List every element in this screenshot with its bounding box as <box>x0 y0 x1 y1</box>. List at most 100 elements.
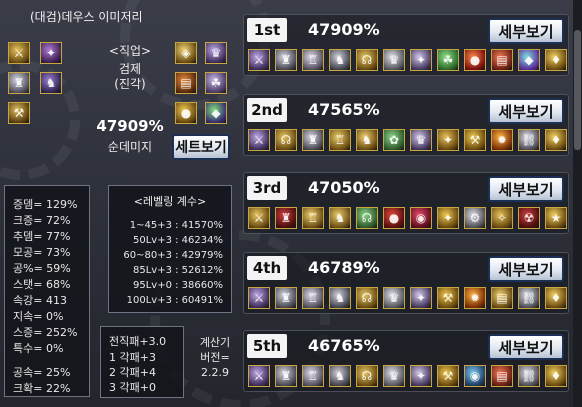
item-icon[interactable]: ✦ <box>410 287 432 309</box>
rank-badge: 3rd <box>247 176 287 200</box>
rank-row: 4th 46789% 세부보기 ⚔ ♜ ♖ ♞ ☊ ♛ ✦ ⚒ ✹ ▤ ⛓ ♦ <box>243 252 569 314</box>
item-icon[interactable]: ⚔ <box>248 365 270 387</box>
item-icon[interactable]: ✹ <box>491 129 513 151</box>
item-icon[interactable]: ★ <box>545 207 567 229</box>
item-icon[interactable]: ◆ <box>518 49 540 71</box>
item-icon[interactable]: ♖ <box>302 49 324 71</box>
awakening-panel: 전직패+3.0 1 각패+3 2 각패+4 3 각패+0 <box>100 326 184 398</box>
item-icon[interactable]: ✦ <box>437 207 459 229</box>
item-icon[interactable]: ♛ <box>410 129 432 151</box>
item-icon[interactable]: ☢ <box>518 207 540 229</box>
detail-view-button[interactable]: 세부보기 <box>488 334 564 360</box>
item-icon[interactable]: ♖ <box>329 129 351 151</box>
item-icon[interactable]: ♛ <box>383 49 405 71</box>
awakening-line: 2 각패+4 <box>109 366 156 379</box>
item-icon[interactable]: ☊ <box>356 287 378 309</box>
item-icon[interactable]: ☘ <box>437 49 459 71</box>
accessory-icon[interactable]: ● <box>175 102 197 124</box>
item-icon[interactable]: ⛓ <box>518 287 540 309</box>
rank-badge: 1st <box>247 18 287 42</box>
item-icon[interactable]: ● <box>383 207 405 229</box>
item-icon[interactable]: ⚒ <box>437 365 459 387</box>
item-icon[interactable]: ♜ <box>275 49 297 71</box>
set-view-button[interactable]: 세트보기 <box>172 134 230 160</box>
accessory-icon[interactable]: ☘ <box>205 72 227 94</box>
item-icon[interactable]: ▤ <box>491 287 513 309</box>
item-icon[interactable]: ☊ <box>356 365 378 387</box>
stats-panel: 증뎀= 129% 크증= 72% 추뎀= 77% 모공= 73% 공%= 59%… <box>4 185 90 397</box>
item-icon[interactable]: ♞ <box>356 129 378 151</box>
item-icon[interactable]: ⚔ <box>248 287 270 309</box>
equip-icon[interactable]: ♜ <box>8 72 30 94</box>
item-icon[interactable]: ● <box>464 49 486 71</box>
rank-badge: 5th <box>247 334 287 358</box>
detail-view-button[interactable]: 세부보기 <box>488 98 564 124</box>
detail-view-button[interactable]: 세부보기 <box>488 256 564 282</box>
accessory-icon[interactable]: ▤ <box>175 72 197 94</box>
rank-damage-percent: 46789% <box>308 258 380 277</box>
item-icon[interactable]: ♜ <box>302 129 324 151</box>
item-icon[interactable]: ✹ <box>464 287 486 309</box>
item-icon[interactable]: ♞ <box>329 365 351 387</box>
item-icon[interactable]: ✦ <box>437 129 459 151</box>
item-icon[interactable]: ⚔ <box>248 129 270 151</box>
item-icon[interactable]: ♖ <box>302 365 324 387</box>
item-icon[interactable]: ⚒ <box>437 287 459 309</box>
item-icon[interactable]: ◉ <box>464 365 486 387</box>
item-icon[interactable]: ▤ <box>491 365 513 387</box>
stat-line: 공속= 25% <box>13 366 71 379</box>
leveling-line: 95Lv+0 : 38660% <box>133 280 223 291</box>
item-icon[interactable]: ♦ <box>545 129 567 151</box>
detail-view-button[interactable]: 세부보기 <box>488 18 564 44</box>
calc-version-number: 2.2.9 <box>201 366 229 379</box>
equip-icon[interactable]: ✦ <box>40 42 62 64</box>
equip-icon[interactable]: ⚒ <box>8 102 30 124</box>
leveling-coefficient-panel: <레벨링 계수> 1~45+3 : 41570% 50Lv+3 : 46234%… <box>108 185 232 313</box>
detail-view-button[interactable]: 세부보기 <box>488 176 564 202</box>
item-icon[interactable]: ♖ <box>302 207 324 229</box>
item-icon[interactable]: ♛ <box>383 365 405 387</box>
equip-icon[interactable]: ⚔ <box>8 42 30 64</box>
item-icon[interactable]: ♖ <box>302 287 324 309</box>
item-icon[interactable]: ♞ <box>329 49 351 71</box>
stat-line: 지속= 0% <box>13 310 64 323</box>
item-icon[interactable]: ✧ <box>491 207 513 229</box>
item-icon[interactable]: ♦ <box>545 287 567 309</box>
rank-damage-percent: 47565% <box>308 100 380 119</box>
equip-icon[interactable]: ♞ <box>40 72 62 94</box>
stat-line: 공%= 59% <box>13 262 71 275</box>
item-icon[interactable]: ✿ <box>383 129 405 151</box>
accessory-icon[interactable]: ◈ <box>175 42 197 64</box>
item-icon[interactable]: ⚒ <box>464 129 486 151</box>
item-icon[interactable]: ✦ <box>410 49 432 71</box>
stat-line: 속강= 413 <box>13 294 67 307</box>
item-icon[interactable]: ♛ <box>383 287 405 309</box>
accessory-icon[interactable]: ♛ <box>205 42 227 64</box>
item-icon[interactable]: ♦ <box>545 49 567 71</box>
accessory-icon[interactable]: ◆ <box>205 102 227 124</box>
item-icon[interactable]: ◉ <box>410 207 432 229</box>
leveling-line: 60~80+3 : 42979% <box>123 250 223 261</box>
item-icon[interactable]: ♜ <box>275 365 297 387</box>
scrollbar-thumb[interactable] <box>574 30 581 150</box>
item-icon[interactable]: ✦ <box>410 365 432 387</box>
item-icon[interactable]: ☊ <box>356 207 378 229</box>
job-name-line1: 검제 <box>118 62 142 76</box>
item-icon[interactable]: ☊ <box>356 49 378 71</box>
item-icon[interactable]: ☊ <box>275 129 297 151</box>
rank-damage-percent: 47050% <box>308 178 380 197</box>
item-icon[interactable]: ♜ <box>275 207 297 229</box>
item-icon[interactable]: ♜ <box>275 287 297 309</box>
item-icon[interactable]: ⚙ <box>464 207 486 229</box>
item-icon[interactable]: ♦ <box>545 365 567 387</box>
stat-line: 추뎀= 77% <box>13 230 71 243</box>
stat-line: 특수= 0% <box>13 342 64 355</box>
item-icon[interactable]: ⚔ <box>248 49 270 71</box>
item-icon[interactable]: ♞ <box>329 207 351 229</box>
item-icon[interactable]: ▤ <box>491 49 513 71</box>
awakening-line: 3 각패+0 <box>109 381 156 394</box>
item-icon[interactable]: ⚔ <box>248 207 270 229</box>
item-icon[interactable]: ⛓ <box>518 365 540 387</box>
item-icon[interactable]: ⛓ <box>518 129 540 151</box>
item-icon[interactable]: ♞ <box>329 287 351 309</box>
